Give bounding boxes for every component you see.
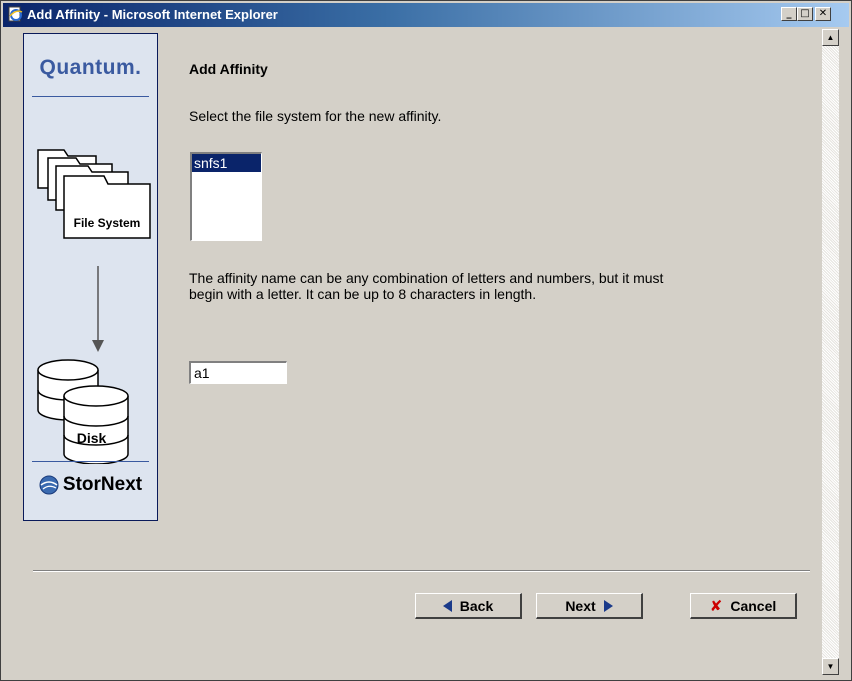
next-button[interactable]: Next: [536, 593, 643, 619]
file-system-listbox[interactable]: snfs1: [190, 152, 262, 241]
stornext-globe-icon: [39, 475, 59, 495]
affinity-name-help: The affinity name can be any combination…: [189, 270, 664, 302]
arrow-left-icon: [442, 599, 452, 612]
affinity-name-input[interactable]: [189, 361, 287, 384]
stornext-logo: StorNext: [24, 474, 157, 496]
disk-stack-icon: [37, 359, 129, 464]
scroll-down-button[interactable]: ▼: [822, 658, 839, 675]
list-item-snfs1[interactable]: snfs1: [192, 154, 261, 172]
next-label: Next: [565, 597, 596, 614]
footer-divider: [32, 461, 149, 462]
cancel-button[interactable]: ✘ Cancel: [690, 593, 797, 619]
scroll-up-button[interactable]: ▲: [822, 29, 839, 46]
page-title: Add Affinity: [189, 61, 268, 77]
file-system-to-disk-illustration: File System: [37, 149, 151, 464]
back-button[interactable]: Back: [415, 593, 522, 619]
back-label: Back: [459, 597, 494, 614]
disk-label: Disk: [76, 430, 107, 446]
ie-page-icon: [8, 6, 23, 22]
browser-window: Add Affinity - Microsoft Internet Explor…: [0, 0, 852, 681]
stornext-text: StorNext: [62, 474, 143, 495]
cancel-x-icon: ✘: [709, 596, 723, 615]
title-bar[interactable]: Add Affinity - Microsoft Internet Explor…: [3, 3, 849, 27]
vertical-scrollbar[interactable]: ▲ ▼: [822, 29, 839, 675]
button-divider: [33, 570, 810, 572]
quantum-logo: Quantum.: [39, 56, 142, 79]
window-title: Add Affinity - Microsoft Internet Explor…: [27, 7, 278, 22]
file-system-prompt: Select the file system for the new affin…: [189, 108, 442, 124]
arrow-up-icon: ▲: [826, 33, 835, 42]
file-system-label: File System: [74, 216, 141, 230]
cancel-label: Cancel: [730, 597, 777, 614]
arrow-down-icon: ▼: [826, 662, 835, 671]
minimize-button[interactable]: _: [781, 7, 797, 21]
wizard-sidebar: Quantum. File System Disk StorNext: [23, 33, 158, 521]
arrow-right-icon: [603, 599, 613, 612]
logo-divider: [32, 96, 149, 97]
down-arrow-icon: [92, 266, 104, 352]
close-button[interactable]: ✕: [815, 7, 831, 21]
maximize-button[interactable]: □: [797, 7, 813, 21]
